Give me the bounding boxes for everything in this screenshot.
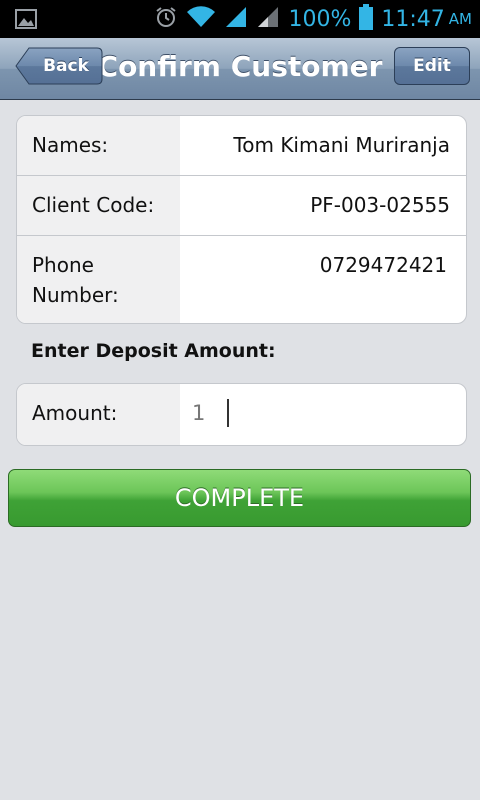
- client-code-row: Client Code: PF-003-02555: [17, 176, 466, 236]
- complete-button[interactable]: COMPLETE: [8, 469, 471, 527]
- battery-percent: 100%: [288, 6, 352, 32]
- client-code-value: PF-003-02555: [310, 193, 450, 217]
- amount-input[interactable]: [192, 396, 452, 430]
- names-label: Names:: [32, 133, 109, 157]
- signal-icon-2: [256, 5, 280, 33]
- customer-details-card: Names: Tom Kimani Muriranja Client Code:…: [16, 115, 467, 324]
- amount-card: Amount:: [16, 383, 467, 446]
- status-bar: 100% 11:47 AM: [0, 0, 480, 38]
- names-row: Names: Tom Kimani Muriranja: [17, 116, 466, 176]
- signal-icon: [224, 5, 248, 33]
- battery-icon: [359, 4, 374, 34]
- text-cursor: [227, 399, 229, 427]
- phone-label-line1: Phone: [32, 253, 94, 277]
- phone-value: 0729472421: [319, 253, 447, 277]
- deposit-section-label: Enter Deposit Amount:: [31, 340, 276, 362]
- clock-time: 11:47: [381, 6, 445, 32]
- wifi-icon: [186, 5, 216, 33]
- names-value: Tom Kimani Muriranja: [233, 133, 450, 157]
- phone-label: Phone Number:: [32, 250, 172, 310]
- amount-label: Amount:: [32, 401, 118, 425]
- navigation-bar: Confirm Customer Back Edit: [0, 38, 480, 100]
- back-button[interactable]: Back: [15, 47, 103, 85]
- phone-row: Phone Number: 0729472421: [17, 236, 466, 323]
- alarm-icon: [154, 5, 178, 33]
- phone-label-line2: Number:: [32, 283, 119, 307]
- client-code-label: Client Code:: [32, 193, 155, 217]
- edit-button[interactable]: Edit: [394, 47, 470, 85]
- image-icon: [15, 9, 37, 29]
- back-button-label: Back: [43, 56, 89, 76]
- clock-ampm: AM: [448, 10, 472, 28]
